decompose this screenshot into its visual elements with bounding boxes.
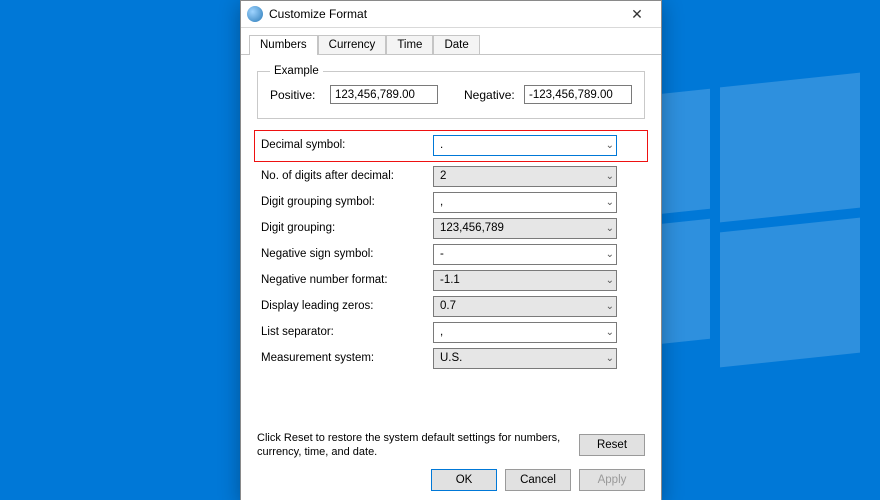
digits-after-label: No. of digits after decimal: (257, 170, 433, 182)
decimal-symbol-value: . (440, 139, 443, 151)
digit-grouping-select[interactable]: 123,456,789⌄ (433, 218, 617, 239)
digits-after-select[interactable]: 2⌄ (433, 166, 617, 187)
leading-zeros-select[interactable]: 0.7⌄ (433, 296, 617, 317)
reset-footer: Click Reset to restore the system defaul… (257, 431, 645, 459)
tab-strip: Numbers Currency Time Date (241, 28, 661, 55)
apply-button[interactable]: Apply (579, 469, 645, 491)
window-title: Customize Format (269, 7, 617, 21)
titlebar: Customize Format ✕ (241, 1, 661, 28)
grouping-symbol-select[interactable]: ,⌄ (433, 192, 617, 213)
negative-sign-select[interactable]: -⌄ (433, 244, 617, 265)
digit-grouping-label: Digit grouping: (257, 222, 433, 234)
numbers-page: Example Positive: 123,456,789.00 Negativ… (241, 55, 661, 370)
negative-sign-label: Negative sign symbol: (257, 248, 433, 260)
reset-hint: Click Reset to restore the system defaul… (257, 431, 579, 459)
negative-format-label: Negative number format: (257, 274, 433, 286)
list-separator-select[interactable]: ,⌄ (433, 322, 617, 343)
cancel-button[interactable]: Cancel (505, 469, 571, 491)
chevron-down-icon: ⌄ (606, 301, 614, 312)
chevron-down-icon: ⌄ (606, 353, 614, 364)
chevron-down-icon: ⌄ (606, 275, 614, 286)
chevron-down-icon: ⌄ (606, 140, 614, 151)
negative-label: Negative: (464, 88, 516, 102)
chevron-down-icon: ⌄ (606, 327, 614, 338)
dialog-buttons: OK Cancel Apply (431, 469, 645, 491)
tab-numbers[interactable]: Numbers (249, 35, 318, 55)
example-group: Example Positive: 123,456,789.00 Negativ… (257, 65, 645, 119)
tab-time[interactable]: Time (386, 35, 433, 54)
customize-format-dialog: Customize Format ✕ Numbers Currency Time… (240, 0, 662, 500)
grouping-symbol-label: Digit grouping symbol: (257, 196, 433, 208)
reset-button[interactable]: Reset (579, 434, 645, 456)
chevron-down-icon: ⌄ (606, 223, 614, 234)
decimal-symbol-select[interactable]: . ⌄ (433, 135, 617, 156)
ok-button[interactable]: OK (431, 469, 497, 491)
chevron-down-icon: ⌄ (606, 197, 614, 208)
measurement-select[interactable]: U.S.⌄ (433, 348, 617, 369)
example-legend: Example (270, 65, 323, 77)
negative-format-select[interactable]: -1.1⌄ (433, 270, 617, 291)
positive-label: Positive: (270, 88, 322, 102)
leading-zeros-label: Display leading zeros: (257, 300, 433, 312)
decimal-symbol-label: Decimal symbol: (257, 139, 433, 151)
highlight-box: Decimal symbol: . ⌄ (254, 130, 648, 162)
negative-value: -123,456,789.00 (524, 85, 632, 104)
list-separator-label: List separator: (257, 326, 433, 338)
positive-value: 123,456,789.00 (330, 85, 438, 104)
measurement-label: Measurement system: (257, 352, 433, 364)
tab-currency[interactable]: Currency (318, 35, 387, 54)
chevron-down-icon: ⌄ (606, 249, 614, 260)
globe-icon (247, 6, 263, 22)
tab-date[interactable]: Date (433, 35, 479, 54)
chevron-down-icon: ⌄ (606, 171, 614, 182)
desktop-background: Customize Format ✕ Numbers Currency Time… (0, 0, 880, 500)
close-button[interactable]: ✕ (617, 1, 657, 27)
